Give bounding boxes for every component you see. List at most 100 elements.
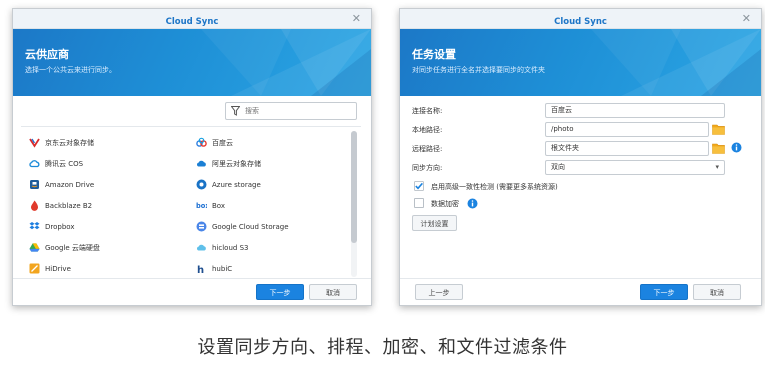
folder-icon[interactable]	[712, 142, 725, 154]
provider-item[interactable]: hicloud S3	[196, 238, 346, 257]
next-button[interactable]: 下一步	[256, 284, 304, 300]
wizard-banner: 云供应商 选择一个公共云来进行同步。	[13, 29, 371, 96]
remote-path-field[interactable]: 根文件夹	[545, 141, 709, 156]
cancel-button[interactable]: 取消	[309, 284, 357, 300]
chevron-down-icon: ▾	[715, 163, 719, 171]
info-icon[interactable]	[731, 142, 742, 153]
task-settings-window: Cloud Sync ✕ 任务设置 对同步任务进行全名并选择要同步的文件夹 连接…	[399, 8, 762, 306]
encrypt-label: 数据加密	[431, 200, 459, 208]
wizard-banner: 任务设置 对同步任务进行全名并选择要同步的文件夹	[400, 29, 761, 96]
provider-row: Google 云端硬盘 hicloud S3	[29, 238, 339, 259]
provider-label: Google 云端硬盘	[45, 243, 100, 252]
tencent-cloud-icon	[29, 158, 40, 169]
window-titlebar[interactable]: Cloud Sync ✕	[13, 9, 371, 29]
provider-item[interactable]: box Box	[196, 196, 346, 215]
provider-label: hicloud S3	[212, 243, 249, 252]
provider-item[interactable]: 百度云	[196, 133, 346, 152]
backblaze-icon	[29, 200, 40, 211]
connection-name-row: 连接名称: 百度云	[410, 103, 750, 122]
provider-row: HiDrive h hubiC	[29, 259, 339, 280]
window-titlebar[interactable]: Cloud Sync ✕	[400, 9, 761, 29]
provider-row: Amazon Drive Azure storage	[29, 175, 339, 196]
dropbox-icon	[29, 221, 40, 232]
sync-direction-label: 同步方向:	[412, 164, 443, 172]
folder-icon[interactable]	[712, 123, 725, 135]
consistency-check-row: 启用高级一致性检测 (需要更多系统资源)	[410, 179, 750, 196]
provider-item[interactable]: Dropbox	[29, 217, 179, 236]
provider-row: Backblaze B2 box Box	[29, 196, 339, 217]
provider-item[interactable]: 腾讯云 COS	[29, 154, 179, 173]
amazon-drive-icon	[29, 179, 40, 190]
provider-label: Amazon Drive	[45, 180, 95, 189]
provider-item[interactable]: 阿里云对象存储	[196, 154, 346, 173]
provider-item[interactable]: Google 云端硬盘	[29, 238, 179, 257]
cancel-button[interactable]: 取消	[693, 284, 741, 300]
search-input[interactable]	[245, 105, 350, 117]
svg-text:box: box	[196, 202, 207, 210]
banner-title: 任务设置	[412, 48, 456, 61]
consistency-check-label: 启用高级一致性检测 (需要更多系统资源)	[431, 183, 558, 191]
provider-row: 腾讯云 COS 阿里云对象存储	[29, 154, 339, 175]
google-drive-icon	[29, 242, 40, 253]
back-button[interactable]: 上一步	[415, 284, 463, 300]
local-path-field[interactable]: /photo	[545, 122, 709, 137]
provider-item[interactable]: 京东云对象存储	[29, 133, 179, 152]
box-icon: box	[196, 200, 207, 211]
provider-item[interactable]: Azure storage	[196, 175, 346, 194]
hubic-icon: h	[196, 263, 207, 274]
connection-name-field[interactable]: 百度云	[545, 103, 725, 118]
provider-label: hubiC	[212, 264, 233, 273]
provider-label: Dropbox	[45, 222, 75, 231]
schedule-settings-button[interactable]: 计划设置	[412, 215, 457, 231]
scrollbar-thumb[interactable]	[351, 131, 357, 243]
provider-row: 京东云对象存储 百度云	[29, 133, 339, 154]
wizard-footer: 下一步 取消	[13, 278, 371, 305]
encrypt-row: 数据加密	[410, 196, 750, 213]
next-button[interactable]: 下一步	[640, 284, 688, 300]
provider-list: 京东云对象存储 百度云腾讯云 COS 阿里云对象存储 Amazon Drive Azur…	[21, 126, 361, 280]
jdcloud-icon	[29, 137, 40, 148]
filter-icon	[231, 106, 240, 116]
info-icon[interactable]	[467, 198, 478, 209]
google-cloud-storage-icon	[196, 221, 207, 232]
hicloud-icon	[196, 242, 207, 253]
provider-item[interactable]: Google Cloud Storage	[196, 217, 346, 236]
provider-item[interactable]: h hubiC	[196, 259, 346, 278]
provider-label: Google Cloud Storage	[212, 222, 289, 231]
window-title: Cloud Sync	[165, 17, 219, 27]
close-icon[interactable]: ✕	[742, 12, 751, 26]
feature-caption: 设置同步方向、排程、加密、和文件过滤条件	[197, 337, 568, 358]
banner-subtitle: 选择一个公共云来进行同步。	[25, 66, 116, 74]
banner-decoration	[591, 29, 761, 96]
azure-icon	[196, 179, 207, 190]
cloud-provider-window: Cloud Sync ✕ 云供应商 选择一个公共云来进行同步。 京东云对象存储 百…	[12, 8, 372, 306]
search-box[interactable]	[225, 102, 357, 120]
consistency-check-checkbox[interactable]	[414, 181, 424, 191]
task-settings-form: 连接名称: 百度云 本地路径: /photo 远程路径: 根文件夹 同步方向: …	[410, 103, 750, 233]
local-path-row: 本地路径: /photo	[410, 122, 750, 141]
encrypt-checkbox[interactable]	[414, 198, 424, 208]
remote-path-row: 远程路径: 根文件夹	[410, 141, 750, 160]
hidrive-icon	[29, 263, 40, 274]
provider-label: 百度云	[212, 138, 233, 147]
wizard-footer: 上一步 下一步 取消	[400, 278, 761, 305]
provider-label: 阿里云对象存储	[212, 159, 261, 168]
provider-item[interactable]: Backblaze B2	[29, 196, 179, 215]
close-icon[interactable]: ✕	[352, 12, 361, 26]
provider-label: Azure storage	[212, 180, 261, 189]
provider-row: Dropbox Google Cloud Storage	[29, 217, 339, 238]
provider-label: 京东云对象存储	[45, 138, 94, 147]
connection-name-label: 连接名称:	[412, 107, 443, 115]
search-row	[13, 96, 371, 126]
provider-item[interactable]: Amazon Drive	[29, 175, 179, 194]
provider-grid: 京东云对象存储 百度云腾讯云 COS 阿里云对象存储 Amazon Drive Azur…	[29, 133, 339, 280]
sync-direction-row: 同步方向: 双向 ▾	[410, 160, 750, 179]
provider-label: 腾讯云 COS	[45, 159, 84, 168]
banner-decoration	[201, 29, 371, 96]
provider-label: HiDrive	[45, 264, 71, 273]
provider-list-scrollbar[interactable]	[351, 131, 357, 277]
provider-label: Box	[212, 201, 226, 210]
baidu-cloud-icon	[196, 137, 207, 148]
sync-direction-select[interactable]: 双向 ▾	[545, 160, 725, 175]
provider-item[interactable]: HiDrive	[29, 259, 179, 278]
